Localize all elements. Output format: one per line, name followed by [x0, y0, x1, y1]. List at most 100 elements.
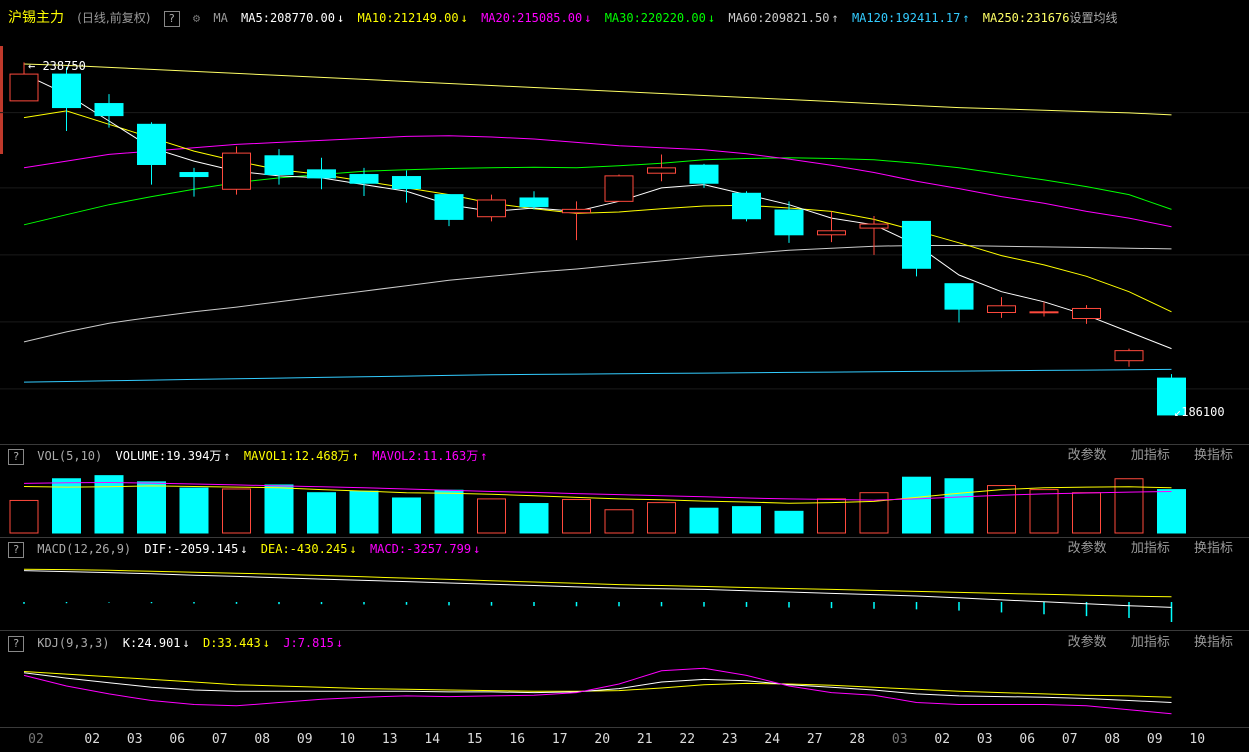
date-label: 09	[1146, 732, 1163, 747]
dif-line	[23, 570, 1172, 608]
contract-subtitle: (日线,前复权)	[77, 11, 151, 25]
date-label: 02	[84, 732, 101, 747]
macd-help-button[interactable]: ?	[8, 541, 24, 558]
kdj-actions: 改参数 加指标 换指标	[1054, 633, 1239, 653]
date-label: 16	[509, 732, 526, 747]
candle-body	[987, 305, 1016, 313]
vol-params-button[interactable]: 改参数	[1068, 446, 1107, 466]
date-label: 10	[339, 732, 356, 747]
candle-body	[137, 123, 166, 165]
candle-body	[774, 209, 804, 236]
low-price-value: 186100	[1181, 405, 1225, 419]
help-button[interactable]: ?	[163, 10, 180, 27]
ma5-arrow-icon: ↓	[336, 11, 345, 25]
volume-bar	[689, 507, 719, 534]
volume-bar	[604, 509, 634, 534]
macd-actions: 改参数 加指标 换指标	[1054, 539, 1239, 559]
k-arrow-icon: ↓	[182, 636, 190, 650]
kdj-help-button[interactable]: ?	[8, 635, 24, 652]
candle-body	[264, 155, 294, 176]
volume-bar	[94, 475, 124, 534]
date-label: 28	[849, 732, 866, 747]
ma10-value: MA10:212149.00	[357, 11, 459, 25]
volume-bar	[264, 484, 294, 534]
low-price-label: ↙186100	[1174, 405, 1225, 419]
candle-body	[859, 223, 889, 229]
candlestick-chart[interactable]	[0, 34, 1249, 444]
volume-bar	[944, 478, 974, 534]
mavol2-arrow-icon: ↑	[480, 449, 488, 463]
kdj-switch-button[interactable]: 换指标	[1194, 633, 1233, 653]
volume-bar	[562, 499, 591, 534]
ma30-arrow-icon: ↓	[707, 11, 716, 25]
date-label: 03	[976, 732, 993, 747]
volume-bar	[222, 488, 251, 534]
date-axis: 02 02 03 06 07 08 09 10 13 14 15 16 17 20 21 22 23 24 27 28…	[0, 730, 1249, 752]
date-label: 13	[381, 732, 398, 747]
mavol2-value: MAVOL2:11.163万	[372, 449, 479, 463]
volume-bar	[179, 487, 209, 534]
dea-value: DEA:-430.245	[260, 542, 348, 556]
candle-body	[1114, 350, 1144, 362]
date-label: 15	[466, 732, 483, 747]
volume-bar	[307, 492, 336, 534]
volume-bar	[859, 492, 889, 534]
date-label: 03	[891, 732, 908, 747]
vol-switch-button[interactable]: 换指标	[1194, 446, 1233, 466]
d-arrow-icon: ↓	[262, 636, 271, 650]
date-label: 09	[296, 732, 313, 747]
volume-chart[interactable]	[0, 466, 1249, 536]
candle-body	[647, 167, 676, 174]
macd-params-button[interactable]: 改参数	[1068, 539, 1107, 559]
dif-value: DIF:-2059.145	[144, 542, 239, 556]
j-value: J:7.815	[283, 636, 334, 650]
j-arrow-icon: ↓	[335, 636, 344, 650]
volume-bar	[1072, 492, 1101, 534]
volume-bar	[647, 502, 676, 534]
high-price-value: 238750	[42, 59, 86, 73]
date-label: 03	[126, 732, 143, 747]
ma120-line	[23, 368, 1172, 383]
vol-label: VOL(5,10)	[37, 449, 103, 463]
contract-title[interactable]: 沪锡主力	[8, 8, 64, 28]
kdj-header: ? KDJ(9,3,3) K:24.901 ↓ D:33.443 ↓ J:7.815…	[0, 633, 1249, 653]
dea-line	[23, 568, 1172, 598]
macd-arrow-icon: ↓	[473, 542, 481, 556]
ma120-arrow-icon: ↑	[962, 11, 970, 25]
kdj-chart[interactable]	[0, 653, 1249, 725]
date-label: 14	[424, 732, 441, 747]
ma5-value: MA5:208770.00	[241, 11, 335, 25]
candle-body	[222, 152, 251, 190]
date-label: 08	[254, 732, 271, 747]
macd-switch-button[interactable]: 换指标	[1194, 539, 1233, 559]
volume-bar	[817, 498, 846, 534]
candle-body	[689, 164, 719, 184]
date-label: 23	[721, 732, 738, 747]
dea-arrow-icon: ↓	[349, 542, 357, 556]
set-ma-button[interactable]: 设置均线	[1069, 8, 1117, 28]
macd-chart[interactable]	[0, 560, 1249, 628]
volume-bar	[477, 498, 506, 534]
macd-add-button[interactable]: 加指标	[1131, 539, 1170, 559]
volume-bar	[349, 490, 379, 534]
volume-bar	[902, 476, 931, 534]
date-label: 07	[1061, 732, 1078, 747]
volume-bar	[1029, 489, 1059, 534]
vol-add-button[interactable]: 加指标	[1131, 446, 1170, 466]
candle-body	[349, 174, 379, 184]
kdj-params-button[interactable]: 改参数	[1068, 633, 1107, 653]
ma60-line	[23, 245, 1172, 343]
ma120-value: MA120:192411.17	[851, 11, 961, 25]
vol-help-button[interactable]: ?	[8, 448, 24, 465]
kdj-add-button[interactable]: 加指标	[1131, 633, 1170, 653]
macd-value: MACD:-3257.799	[369, 542, 472, 556]
date-label: 10	[1189, 732, 1206, 747]
date-label: 06	[1019, 732, 1036, 747]
date-label: 20	[594, 732, 611, 747]
date-label: 27	[806, 732, 823, 747]
gear-icon[interactable]: ⚙	[193, 8, 200, 28]
d-value: D:33.443	[202, 636, 261, 650]
ma10-line	[23, 110, 1172, 313]
macd-header: ? MACD(12,26,9) DIF:-2059.145 ↓ DEA:-430.…	[0, 539, 1249, 559]
date-label: 07	[211, 732, 228, 747]
